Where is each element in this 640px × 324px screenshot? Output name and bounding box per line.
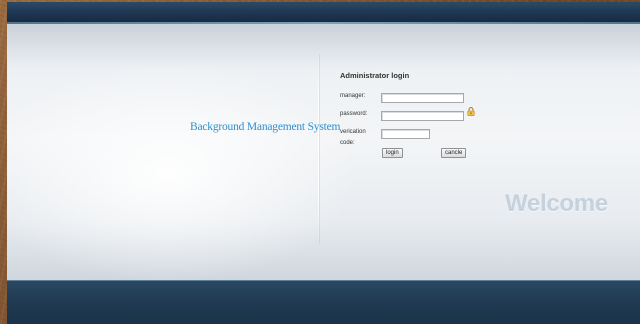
footer-bar	[7, 280, 640, 324]
password-label: password:	[340, 111, 368, 117]
login-panel	[7, 24, 640, 280]
header-bar	[7, 2, 640, 24]
panel-divider	[318, 54, 319, 244]
lock-icon[interactable]	[467, 107, 475, 116]
verification-label-line1: verication	[340, 129, 366, 135]
welcome-watermark: Welcome	[505, 190, 608, 217]
login-form-title: Administrator login	[340, 71, 410, 80]
verification-code-input[interactable]	[381, 129, 430, 139]
system-title: Background Management System	[190, 121, 341, 133]
password-input[interactable]	[381, 111, 464, 121]
manager-input[interactable]	[381, 93, 464, 103]
login-page: Background Management System Administrat…	[7, 2, 640, 324]
cancel-button[interactable]: cancle	[441, 148, 467, 158]
verification-label-line2: code:	[340, 140, 355, 146]
manager-label: manager:	[340, 93, 366, 99]
login-button[interactable]: login	[382, 148, 403, 158]
